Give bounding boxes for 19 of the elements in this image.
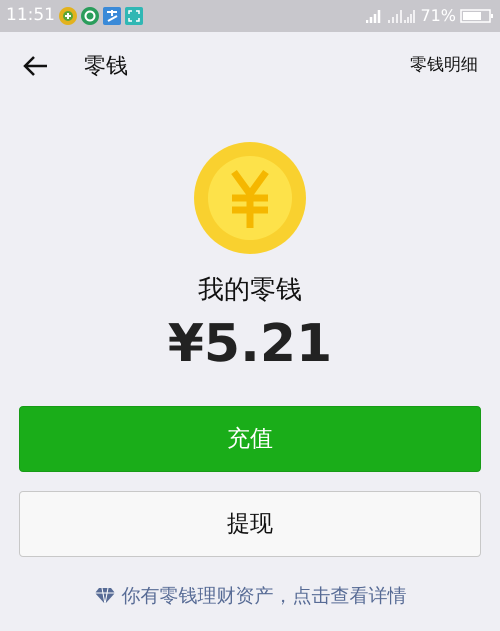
status-time: 11:51 — [6, 4, 55, 28]
balance-amount: ¥5.21 — [168, 313, 332, 376]
scan-icon — [125, 7, 143, 25]
diamond-icon — [94, 587, 116, 606]
wealth-link-text: 你有零钱理财资产，点击查看详情 — [122, 584, 406, 609]
app-icon — [103, 7, 121, 25]
page-title: 零钱 — [84, 52, 128, 80]
details-link[interactable]: 零钱明细 — [410, 53, 478, 79]
battery-percent: 71% — [420, 5, 456, 27]
withdraw-button[interactable]: 提现 — [19, 491, 481, 557]
signal-icon — [366, 9, 382, 23]
balance-label: 我的零钱 — [198, 274, 302, 307]
circle-icon — [81, 7, 99, 25]
back-arrow-icon — [22, 55, 48, 77]
battery-icon — [460, 9, 494, 23]
plus-circle-icon — [59, 7, 77, 25]
yuan-coin-icon — [194, 142, 306, 254]
signal-icon — [386, 9, 416, 23]
wealth-link[interactable]: 你有零钱理财资产，点击查看详情 — [94, 582, 406, 610]
